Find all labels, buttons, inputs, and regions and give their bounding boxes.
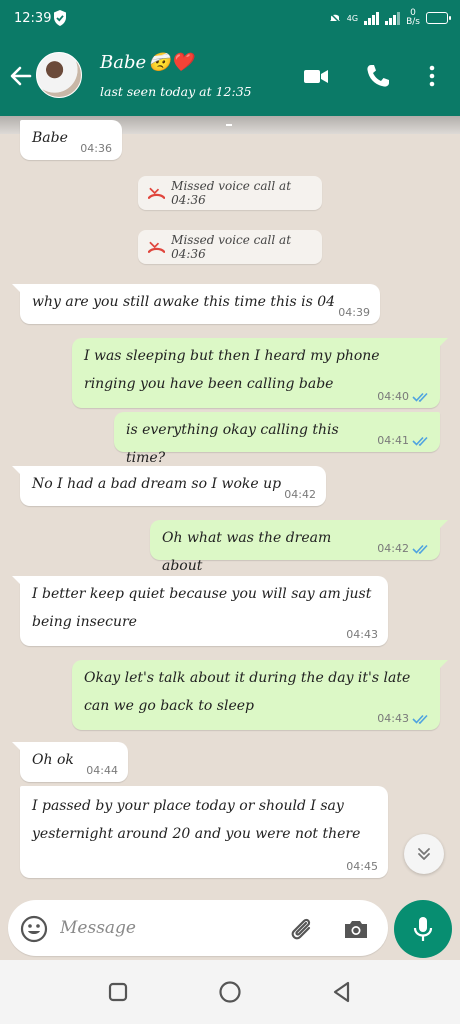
phone-icon[interactable] (364, 62, 392, 90)
message-meta: 04:41 (377, 435, 430, 447)
message-outgoing[interactable]: I was sleeping but then I heard my phone… (72, 338, 448, 408)
message-time: 04:42 (377, 542, 409, 555)
message-meta: 04:42 (377, 543, 430, 555)
video-camera-icon[interactable] (302, 62, 330, 90)
message-time: 04:45 (346, 860, 378, 873)
message-time: 04:42 (284, 488, 316, 501)
arrow-left-icon[interactable] (8, 63, 34, 89)
scroll-to-bottom-button[interactable] (404, 834, 444, 874)
status-time: 12:39 (14, 11, 52, 26)
double-check-read-icon (412, 544, 428, 554)
paperclip-icon[interactable] (286, 914, 316, 944)
message-outgoing[interactable]: is everything okay calling this time? 04… (114, 412, 440, 466)
message-outgoing[interactable]: Okay let's talk about it during the day … (72, 660, 448, 730)
contact-name-row[interactable]: Babe 🤕❤️ (100, 52, 193, 73)
message-text: No I had a bad dream so I woke up (32, 476, 282, 492)
message-meta: 04:39 (338, 307, 370, 319)
message-meta: 04:43 (377, 713, 430, 725)
message-text: is everything okay calling this time? (126, 422, 339, 466)
double-check-read-icon (412, 714, 428, 724)
chat-top-indicator (226, 124, 232, 126)
smiley-icon[interactable] (20, 915, 48, 943)
contact-name-emojis: 🤕❤️ (148, 51, 193, 73)
data-speed-unit: B/s (406, 17, 420, 27)
message-time: 04:41 (377, 434, 409, 447)
signal-bars-2-icon (385, 11, 401, 25)
missed-call-text: Missed voice call at 04:36 (171, 233, 292, 261)
missed-call-icon (148, 241, 166, 253)
shield-check-icon (54, 10, 66, 26)
message-text: Oh what was the dream about (162, 530, 332, 574)
alarm-muted-icon (329, 12, 341, 24)
last-seen-status: last seen today at 12:35 (100, 84, 252, 99)
home-icon[interactable] (218, 980, 242, 1004)
message-meta: 04:43 (346, 629, 378, 641)
signal-bars-icon (364, 11, 380, 25)
message-incoming[interactable]: Babe 04:36 (20, 120, 122, 160)
chevron-double-down-icon (418, 848, 430, 860)
microphone-button[interactable] (394, 900, 452, 958)
more-vertical-icon[interactable] (418, 62, 446, 90)
composer-bar (0, 896, 460, 960)
message-time: 04:43 (377, 712, 409, 725)
data-speed: 0 B/s (406, 9, 420, 27)
camera-icon[interactable] (342, 915, 370, 943)
message-incoming[interactable]: No I had a bad dream so I woke up 04:42 (12, 466, 326, 506)
message-time: 04:40 (377, 390, 409, 403)
microphone-icon (413, 917, 433, 941)
message-meta: 04:42 (284, 489, 316, 501)
message-text: Okay let's talk about it during the day … (84, 670, 411, 714)
message-composer (8, 900, 388, 956)
message-outgoing[interactable]: Oh what was the dream about 04:42 (150, 520, 448, 574)
message-incoming[interactable]: why are you still awake this time this i… (12, 284, 380, 324)
missed-call-notice[interactable]: Missed voice call at 04:36 (138, 176, 322, 210)
double-check-read-icon (412, 392, 428, 402)
back-triangle-icon[interactable] (330, 980, 354, 1004)
message-time: 04:36 (80, 142, 112, 155)
message-text: why are you still awake this time this i… (32, 294, 336, 310)
message-incoming[interactable]: I passed by your place today or should I… (20, 786, 388, 878)
missed-call-notice[interactable]: Missed voice call at 04:36 (138, 230, 322, 264)
message-text: I was sleeping but then I heard my phone… (84, 348, 380, 392)
message-incoming[interactable]: Oh ok 04:44 (12, 742, 128, 782)
message-time: 04:44 (86, 764, 118, 777)
battery-icon (426, 12, 451, 24)
message-meta: 04:40 (377, 391, 430, 403)
network-type: 4G (346, 13, 359, 23)
message-text: Oh ok (32, 752, 74, 768)
message-time: 04:43 (346, 628, 378, 641)
message-text: I better keep quiet because you will say… (32, 586, 372, 630)
chat-header: Babe 🤕❤️ last seen today at 12:35 (0, 38, 460, 116)
chat-area[interactable]: Babe 04:36 Missed voice call at 04:36 Mi… (0, 116, 460, 896)
double-check-read-icon (412, 436, 428, 446)
message-text: I passed by your place today or should I… (32, 798, 361, 842)
message-meta: 04:44 (86, 765, 118, 777)
message-meta: 04:45 (346, 861, 378, 873)
message-meta: 04:36 (80, 143, 112, 155)
system-nav-bar (0, 960, 460, 1024)
status-bar: 12:39 4G 0 B/s (0, 0, 460, 38)
missed-call-text: Missed voice call at 04:36 (171, 179, 292, 207)
recent-apps-icon[interactable] (106, 980, 130, 1004)
message-input[interactable] (60, 912, 280, 944)
message-text: Babe (32, 130, 68, 146)
status-indicators: 4G 0 B/s (329, 9, 451, 27)
missed-call-icon (148, 187, 166, 199)
avatar[interactable] (36, 52, 82, 98)
message-time: 04:39 (338, 306, 370, 319)
message-incoming[interactable]: I better keep quiet because you will say… (12, 576, 388, 646)
contact-name: Babe (100, 52, 147, 73)
